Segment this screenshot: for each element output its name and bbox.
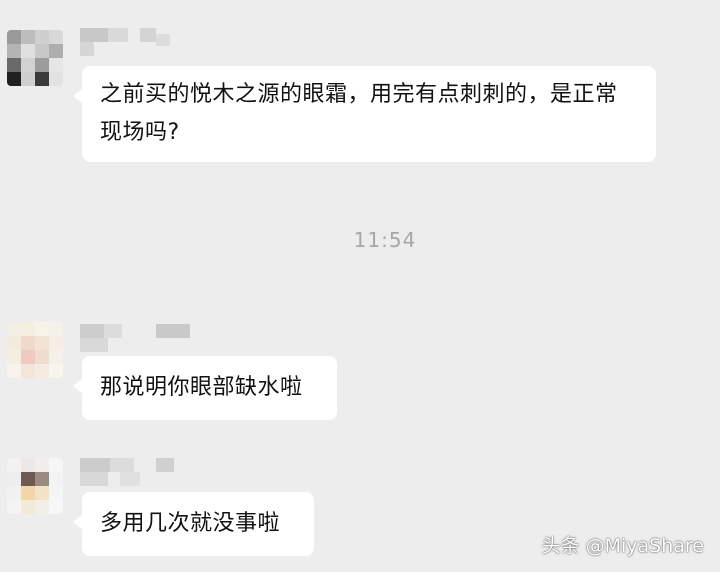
- message-text: 多用几次就没事啦: [100, 511, 281, 536]
- sender-name-blurred: [80, 458, 200, 486]
- avatar[interactable]: [7, 322, 63, 378]
- sender-name-blurred: [80, 324, 200, 352]
- message-text: 那说明你眼部缺水啦: [100, 375, 303, 400]
- avatar[interactable]: [7, 458, 63, 514]
- timestamp: 11:54: [353, 228, 417, 252]
- message-bubble[interactable]: 多用几次就没事啦: [73, 492, 314, 556]
- avatar[interactable]: [7, 30, 63, 86]
- message-bubble[interactable]: 之前买的悦木之源的眼霜，用完有点刺刺的，是正常现场吗?: [73, 66, 656, 162]
- chat-view: 之前买的悦木之源的眼霜，用完有点刺刺的，是正常现场吗? 11:54 那说明你眼部…: [0, 0, 720, 572]
- message-text: 之前买的悦木之源的眼霜，用完有点刺刺的，是正常现场吗?: [100, 82, 618, 145]
- message-bubble[interactable]: 那说明你眼部缺水啦: [73, 356, 337, 420]
- watermark: 头条 @MiyaShare: [541, 535, 704, 557]
- sender-name-blurred: [80, 28, 200, 56]
